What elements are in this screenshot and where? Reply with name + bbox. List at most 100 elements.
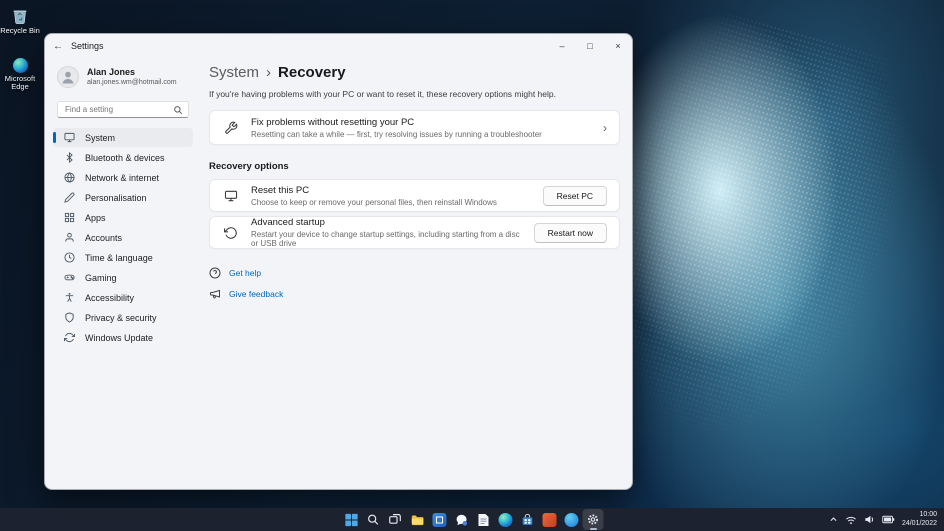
reset-pc-button[interactable]: Reset PC [543,186,607,206]
pinned-app-blue-circle-button[interactable] [561,509,582,530]
app-orange-icon [542,513,556,527]
profile-name: Alan Jones [87,67,177,78]
recovery-page: System › Recovery If you're having probl… [201,58,632,489]
breadcrumb-parent[interactable]: System [209,64,259,81]
desktop-icon-recycle-bin[interactable]: Recycle Bin [0,7,42,35]
update-refresh-icon [63,332,75,344]
window-title: Settings [71,41,104,51]
close-button[interactable]: × [604,34,632,58]
accessibility-person-icon [63,292,75,304]
taskbar: 10:00 24/01/2022 [0,508,944,531]
search-icon [367,513,380,526]
section-title: Recovery options [209,161,620,172]
restart-arrow-icon [222,226,239,240]
desktop-icon-microsoft-edge[interactable]: Microsoft Edge [0,58,42,91]
volume-icon[interactable] [864,514,875,525]
get-help-link[interactable]: Get help [209,267,620,279]
store-bag-icon [520,513,534,527]
sidebar-item-windows-update[interactable]: Windows Update [53,328,193,347]
hidden-icons-chevron[interactable] [829,515,838,524]
sidebar-item-gaming[interactable]: Gaming [53,268,193,287]
give-feedback-link[interactable]: Give feedback [209,288,620,300]
card-subtitle: Resetting can take a while — first, try … [251,130,595,139]
fix-problems-card[interactable]: Fix problems without resetting your PC R… [209,110,620,145]
reset-pc-card: Reset this PC Choose to keep or remove y… [209,179,620,212]
edge-button[interactable] [495,509,516,530]
settings-window: ← Settings – □ × Alan Jones alan.jones.w… [44,33,633,490]
settings-taskbar-button[interactable] [583,509,604,530]
sidebar-item-label: Bluetooth & devices [85,153,165,163]
caption-buttons: – □ × [548,34,632,58]
page-description: If you're having problems with your PC o… [209,89,620,99]
document-app-button[interactable] [473,509,494,530]
sidebar-nav: System Bluetooth & devices Network [45,128,201,347]
card-title: Reset this PC [251,185,533,196]
breadcrumb: System › Recovery [209,64,620,81]
sidebar: Alan Jones alan.jones.wm@hotmail.com [45,58,201,489]
sidebar-item-privacy-security[interactable]: Privacy & security [53,308,193,327]
card-title: Advanced startup [251,217,524,228]
selected-indicator [53,132,56,143]
globe-icon [63,172,75,184]
sidebar-item-label: Accessibility [85,293,134,303]
taskbar-center-icons [341,508,604,531]
search-button[interactable] [363,509,384,530]
battery-icon[interactable] [882,515,895,524]
pinned-app-orange-button[interactable] [539,509,560,530]
sidebar-item-label: Apps [85,213,106,223]
document-icon [477,513,489,527]
sidebar-item-system[interactable]: System [53,128,193,147]
back-button[interactable]: ← [45,41,71,52]
chevron-right-icon: › [603,121,607,135]
sidebar-item-label: Gaming [85,273,117,283]
taskbar-clock[interactable]: 10:00 24/01/2022 [902,511,937,528]
edge-icon [13,58,28,73]
profile-email: alan.jones.wm@hotmail.com [87,78,177,87]
chat-button[interactable] [451,509,472,530]
card-subtitle: Choose to keep or remove your personal f… [251,198,533,207]
sidebar-item-network-internet[interactable]: Network & internet [53,168,193,187]
clock-date: 24/01/2022 [902,520,937,529]
megaphone-icon [209,288,221,300]
sidebar-item-accounts[interactable]: Accounts [53,228,193,247]
microsoft-store-button[interactable] [517,509,538,530]
sidebar-item-accessibility[interactable]: Accessibility [53,288,193,307]
sidebar-item-label: Personalisation [85,193,147,203]
open-app-indicator [590,528,597,530]
sidebar-item-personalisation[interactable]: Personalisation [53,188,193,207]
minimize-button[interactable]: – [548,34,576,58]
pinned-app-blue-window-button[interactable] [429,509,450,530]
pen-icon [63,192,75,204]
maximize-button[interactable]: □ [576,34,604,58]
clock-icon [63,252,75,264]
sidebar-item-apps[interactable]: Apps [53,208,193,227]
search-input[interactable] [58,102,188,117]
start-button[interactable] [341,509,362,530]
avatar [57,66,79,88]
sidebar-item-time-language[interactable]: Time & language [53,248,193,267]
user-profile[interactable]: Alan Jones alan.jones.wm@hotmail.com [57,66,201,88]
system-tray: 10:00 24/01/2022 [829,508,937,531]
task-view-button[interactable] [385,509,406,530]
settings-search[interactable] [57,101,189,118]
app-window-icon [432,513,446,527]
help-links: Get help Give feedback [209,267,620,300]
link-label[interactable]: Give feedback [229,289,283,299]
sidebar-item-label: Privacy & security [85,313,157,323]
reset-pc-icon [222,189,239,203]
sidebar-item-label: Windows Update [85,333,153,343]
link-label[interactable]: Get help [229,268,261,278]
sidebar-item-label: Time & language [85,253,153,263]
sidebar-item-bluetooth-devices[interactable]: Bluetooth & devices [53,148,193,167]
help-circle-icon [209,267,221,279]
user-icon [63,232,75,244]
desktop-icon-label: Microsoft Edge [3,75,37,91]
wifi-icon[interactable] [845,515,857,525]
file-explorer-button[interactable] [407,509,428,530]
search-icon [173,105,183,115]
breadcrumb-separator-icon: › [266,64,271,81]
restart-now-button[interactable]: Restart now [534,223,607,243]
settings-gear-icon [587,513,600,526]
title-bar[interactable]: ← Settings – □ × [45,34,632,58]
windows-logo-icon [344,513,358,527]
